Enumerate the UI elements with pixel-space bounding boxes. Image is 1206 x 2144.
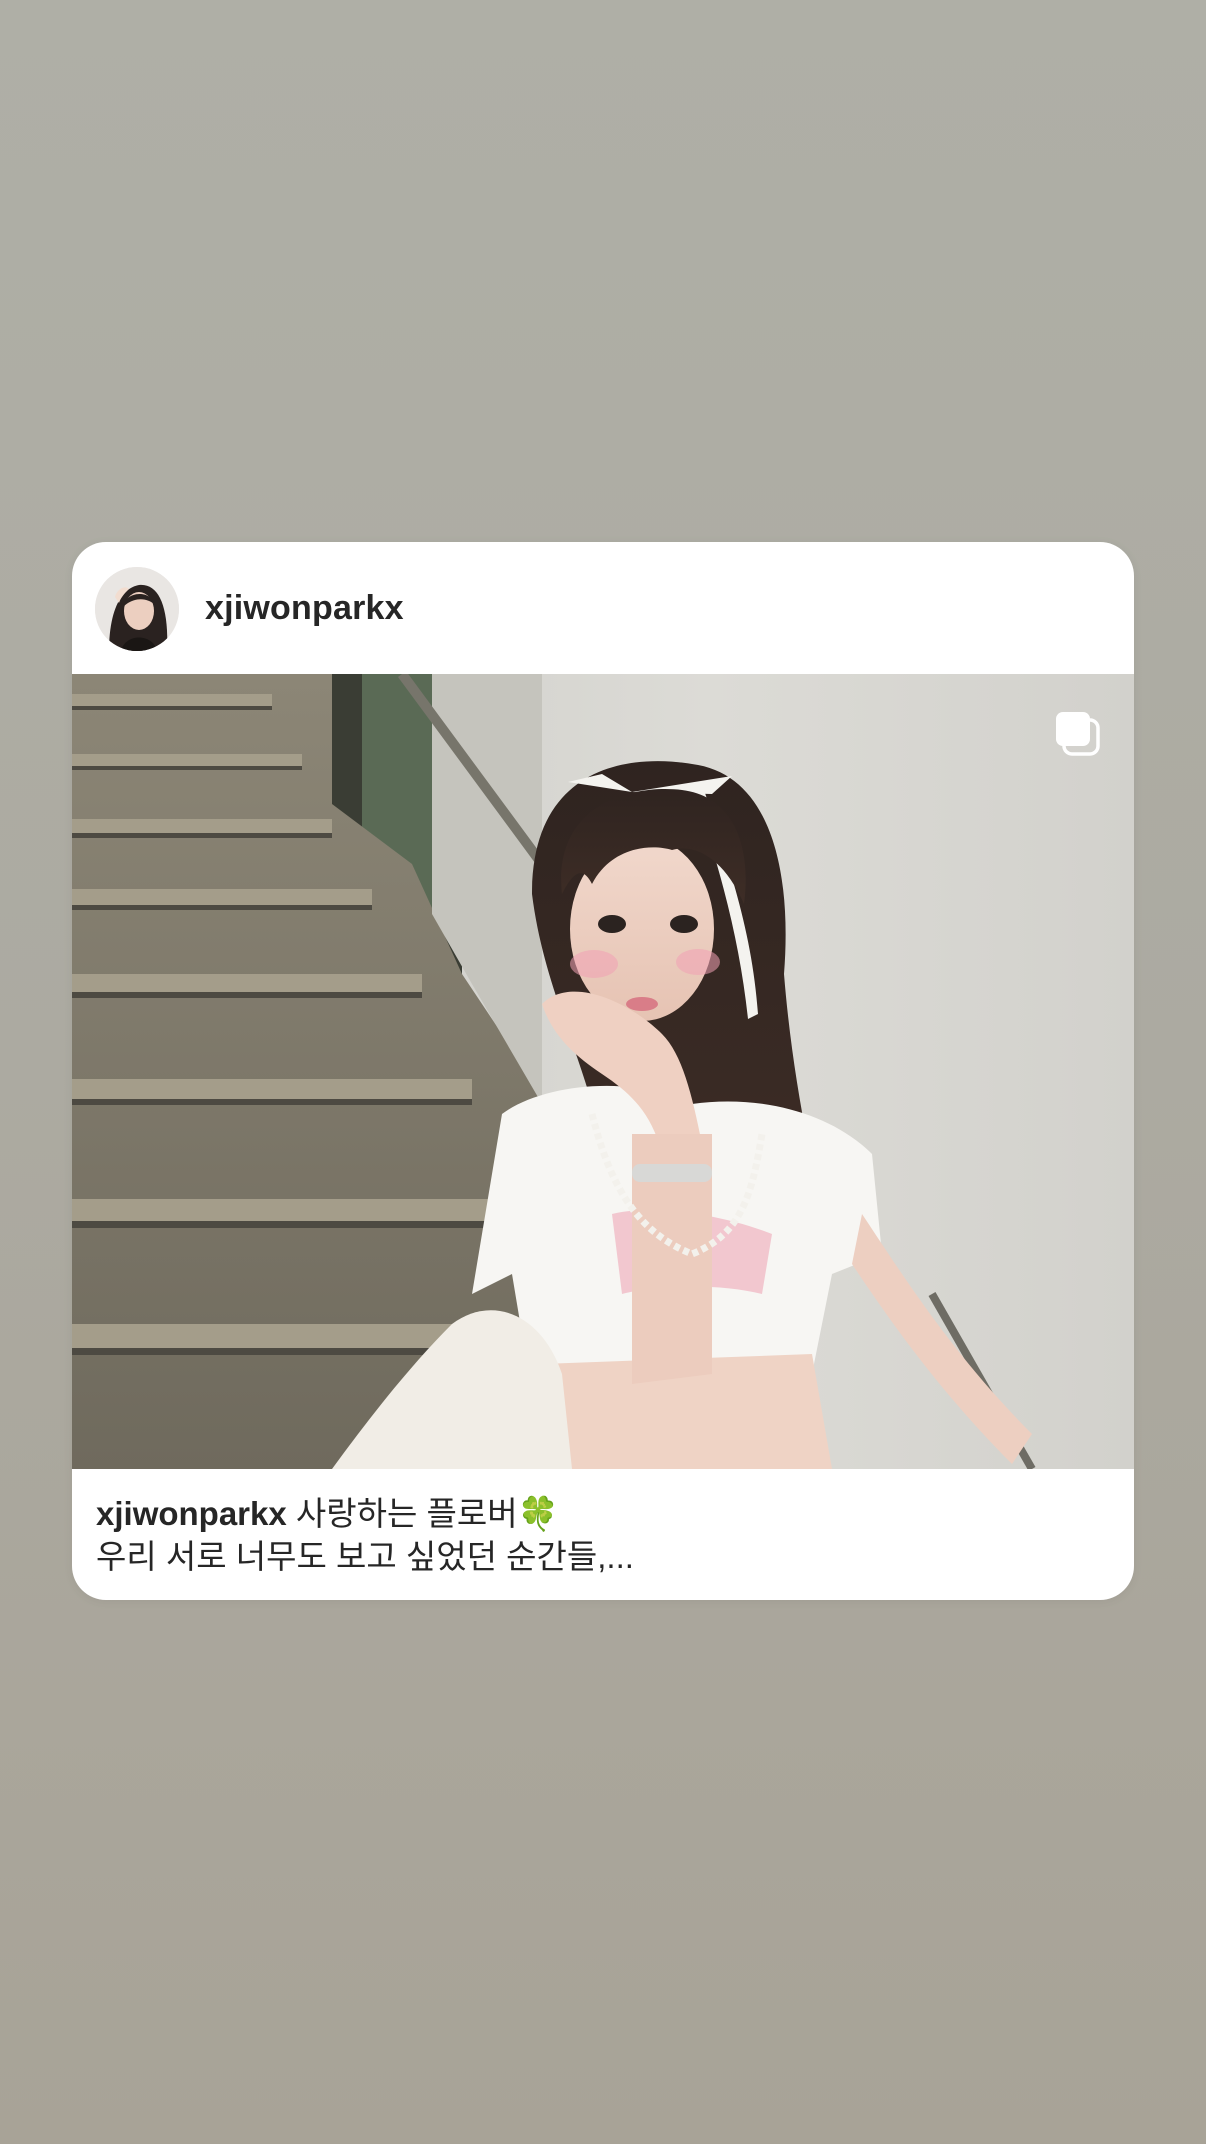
four-leaf-clover-icon: 🍀 bbox=[517, 1495, 559, 1532]
profile-avatar[interactable] bbox=[95, 567, 179, 651]
caption-line-1: xjiwonparkx 사랑하는 플로버🍀 bbox=[96, 1492, 1106, 1535]
post-caption[interactable]: xjiwonparkx 사랑하는 플로버🍀 우리 서로 너무도 보고 싶었던 순… bbox=[96, 1492, 1106, 1578]
post-username[interactable]: xjiwonparkx bbox=[205, 586, 404, 630]
story-screen: { "post": { "username": "xjiwonparkx", "… bbox=[0, 0, 1206, 2144]
caption-text-1: 사랑하는 플로버 bbox=[295, 1495, 518, 1532]
post-photo[interactable] bbox=[72, 674, 1134, 1469]
multiple-photos-icon bbox=[1052, 708, 1102, 758]
caption-username[interactable]: xjiwonparkx bbox=[96, 1495, 287, 1532]
shared-post-card[interactable]: xjiwonparkx xjiwonparkx 사랑하는 플로버🍀 우리 서로 … bbox=[72, 542, 1134, 1600]
caption-line-2: 우리 서로 너무도 보고 싶었던 순간들,... bbox=[96, 1538, 634, 1575]
post-header[interactable]: xjiwonparkx bbox=[72, 542, 1134, 674]
